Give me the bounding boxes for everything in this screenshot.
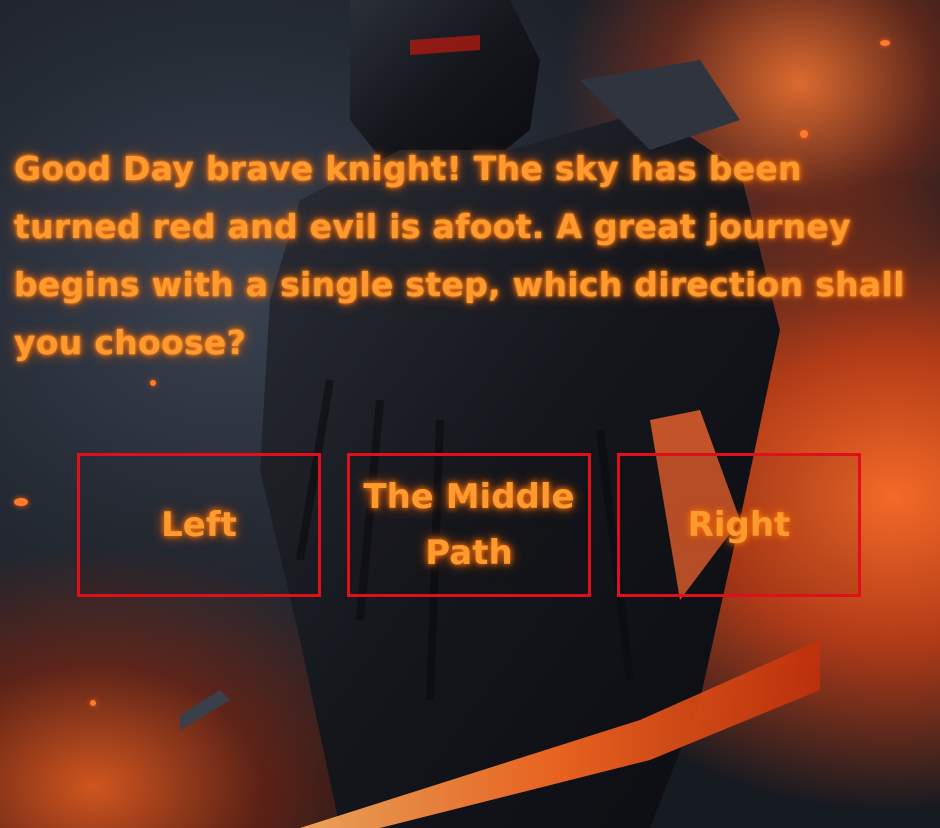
ember-particle xyxy=(150,380,156,386)
choice-right-button[interactable]: Right xyxy=(617,453,861,597)
dark-knight-illustration xyxy=(180,0,820,828)
ember-particle xyxy=(880,40,890,46)
game-scene: Good Day brave knight! The sky has been … xyxy=(0,0,940,828)
choice-left-button[interactable]: Left xyxy=(77,453,321,597)
ember-particle xyxy=(800,130,808,138)
story-text: Good Day brave knight! The sky has been … xyxy=(14,149,905,362)
choice-middle-path-button[interactable]: The Middle Path xyxy=(347,453,591,597)
ember-particle xyxy=(90,700,96,706)
ember-particle xyxy=(14,498,28,506)
